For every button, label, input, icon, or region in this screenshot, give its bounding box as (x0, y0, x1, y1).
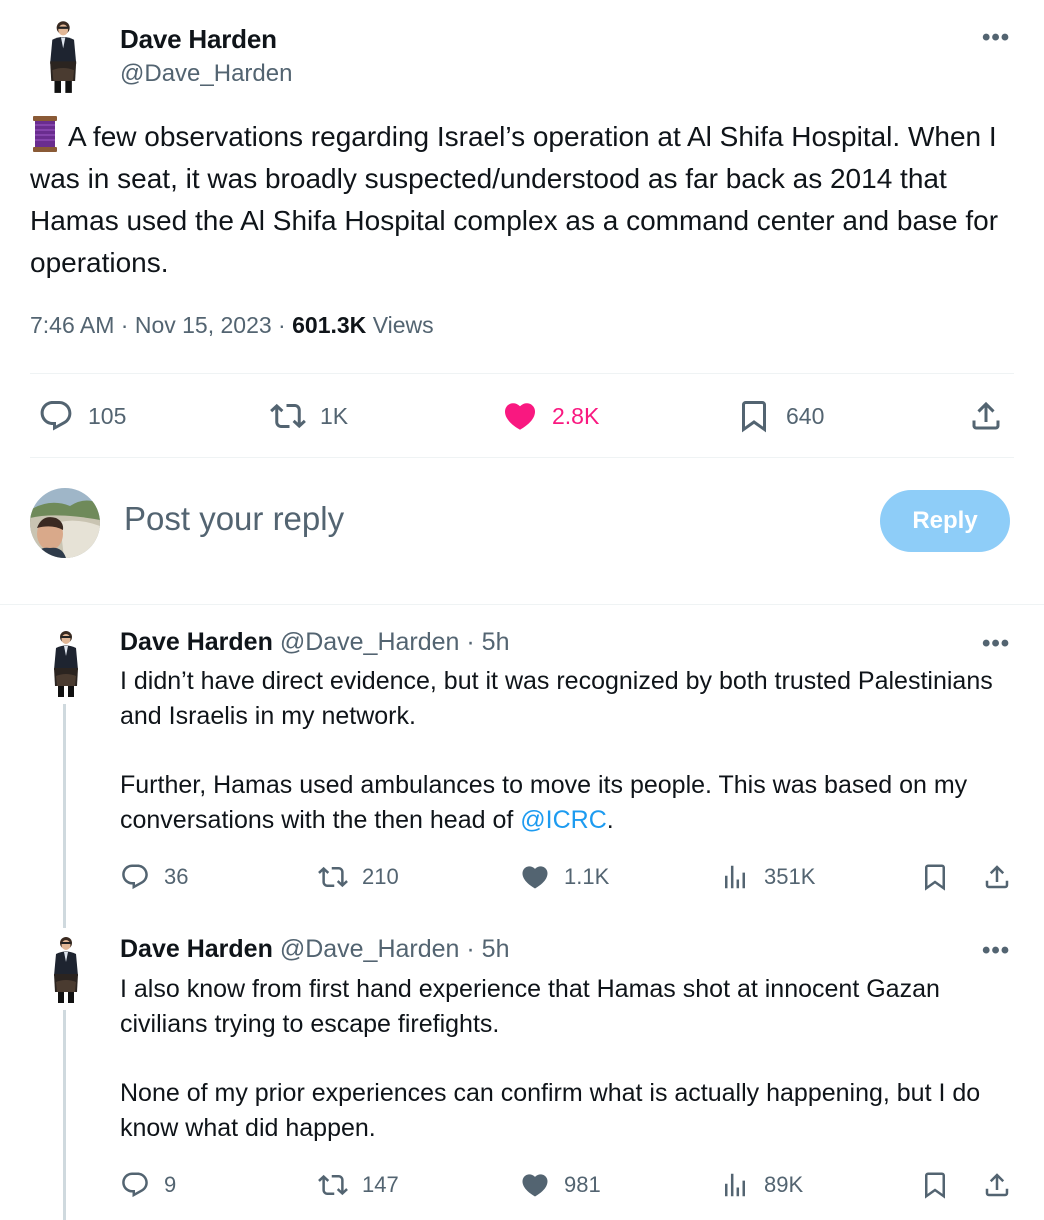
share-action[interactable] (968, 398, 1004, 434)
reply-count: 105 (88, 402, 127, 429)
share-action[interactable] (982, 1170, 1012, 1200)
reply-count: 9 (164, 1172, 177, 1197)
views-action[interactable]: 89K (720, 1170, 803, 1200)
bookmark-action[interactable]: 640 (736, 398, 824, 434)
tweet-meta: 7:46 AM · Nov 15, 2023 · 601.3K Views (30, 312, 434, 338)
reply-author-name[interactable]: Dave Harden (120, 935, 273, 963)
repost-count: 1K (320, 402, 349, 429)
reply-paragraph: I also know from first hand experience t… (120, 975, 940, 1038)
reply-paragraph: None of my prior experiences can confirm… (120, 1079, 981, 1142)
share-icon (968, 398, 1004, 434)
tweet-date[interactable]: Nov 15, 2023 (135, 312, 272, 338)
like-count: 2.8K (552, 402, 600, 429)
repost-action[interactable]: 1K (270, 398, 348, 434)
reply-paragraph-text: . (606, 806, 614, 834)
views-label: Views (372, 312, 434, 338)
bookmark-icon (736, 398, 772, 434)
more-options-icon[interactable]: ••• (982, 630, 1010, 658)
reply-action[interactable]: 105 (38, 398, 126, 434)
views-icon (720, 862, 750, 892)
tweet-text: A few observations regarding Israel’s op… (30, 116, 1020, 284)
tweet-body: A few observations regarding Israel’s op… (30, 121, 999, 278)
reply-author-handle[interactable]: @Dave_Harden (280, 935, 460, 963)
divider (30, 373, 1014, 374)
reply-header: Dave Harden @Dave_Harden · 5h (120, 628, 510, 656)
more-options-icon[interactable]: ••• (982, 937, 1010, 965)
reply-author-avatar[interactable] (44, 628, 84, 698)
share-action[interactable] (982, 862, 1012, 892)
reply-count: 36 (164, 864, 189, 889)
reply-age[interactable]: 5h (482, 628, 510, 656)
repost-icon (318, 1170, 348, 1200)
mention-link[interactable]: @ICRC (520, 806, 607, 834)
reply-button[interactable]: Reply (880, 490, 1010, 552)
views-icon (720, 1170, 750, 1200)
reply-input[interactable]: Post your reply (124, 500, 344, 538)
views-count: 89K (764, 1172, 804, 1197)
like-action[interactable]: 1.1K (520, 862, 609, 892)
repost-action[interactable]: 147 (318, 1170, 399, 1200)
reply-paragraph: I didn’t have direct evidence, but it wa… (120, 667, 993, 730)
user-avatar[interactable] (30, 488, 100, 558)
views-count: 351K (764, 864, 816, 889)
thread-line (63, 704, 66, 928)
bookmark-action[interactable] (920, 862, 950, 892)
bookmark-action[interactable] (920, 1170, 950, 1200)
author-avatar-image (30, 18, 92, 94)
heart-icon (520, 1170, 550, 1200)
reply-text: I also know from first hand experience t… (120, 972, 1015, 1146)
like-count: 981 (564, 1172, 601, 1197)
repost-icon (318, 862, 348, 892)
heart-icon (520, 862, 550, 892)
like-action[interactable]: 981 (520, 1170, 601, 1200)
reply-author-name[interactable]: Dave Harden (120, 628, 273, 656)
repost-icon (270, 398, 306, 434)
reply-paragraph: Further, Hamas used ambulances to move i… (120, 768, 1015, 838)
reply-author-avatar-image (44, 628, 84, 698)
share-icon (982, 1170, 1012, 1200)
like-count: 1.1K (564, 864, 610, 889)
reply-author-avatar[interactable] (44, 934, 84, 1004)
user-avatar-image (30, 488, 100, 558)
divider (30, 457, 1014, 458)
bookmark-count: 640 (786, 402, 825, 429)
thread-spool-icon (30, 116, 60, 152)
views-count: 601.3K (292, 312, 367, 338)
reply-header: Dave Harden @Dave_Harden · 5h (120, 935, 510, 963)
reply-icon (38, 398, 74, 434)
reply-icon (120, 1170, 150, 1200)
bookmark-icon (920, 862, 950, 892)
reply-author-avatar-image (44, 934, 84, 1004)
author-avatar[interactable] (30, 18, 92, 94)
divider (0, 604, 1044, 605)
reply-age[interactable]: 5h (482, 935, 510, 963)
author-name[interactable]: Dave Harden (120, 24, 277, 55)
thread-line (63, 1010, 66, 1220)
repost-action[interactable]: 210 (318, 862, 399, 892)
tweet-time[interactable]: 7:46 AM (30, 312, 114, 338)
heart-icon (502, 398, 538, 434)
views-action[interactable]: 351K (720, 862, 815, 892)
more-options-icon[interactable]: ••• (982, 24, 1010, 52)
reply-text: I didn’t have direct evidence, but it wa… (120, 664, 1015, 838)
reply-author-handle[interactable]: @Dave_Harden (280, 628, 460, 656)
share-icon (982, 862, 1012, 892)
reply-icon (120, 862, 150, 892)
reply-action[interactable]: 9 (120, 1170, 176, 1200)
repost-count: 147 (362, 1172, 399, 1197)
bookmark-icon (920, 1170, 950, 1200)
reply-action[interactable]: 36 (120, 862, 188, 892)
like-action[interactable]: 2.8K (502, 398, 599, 434)
author-handle[interactable]: @Dave_Harden (120, 60, 292, 88)
repost-count: 210 (362, 864, 399, 889)
